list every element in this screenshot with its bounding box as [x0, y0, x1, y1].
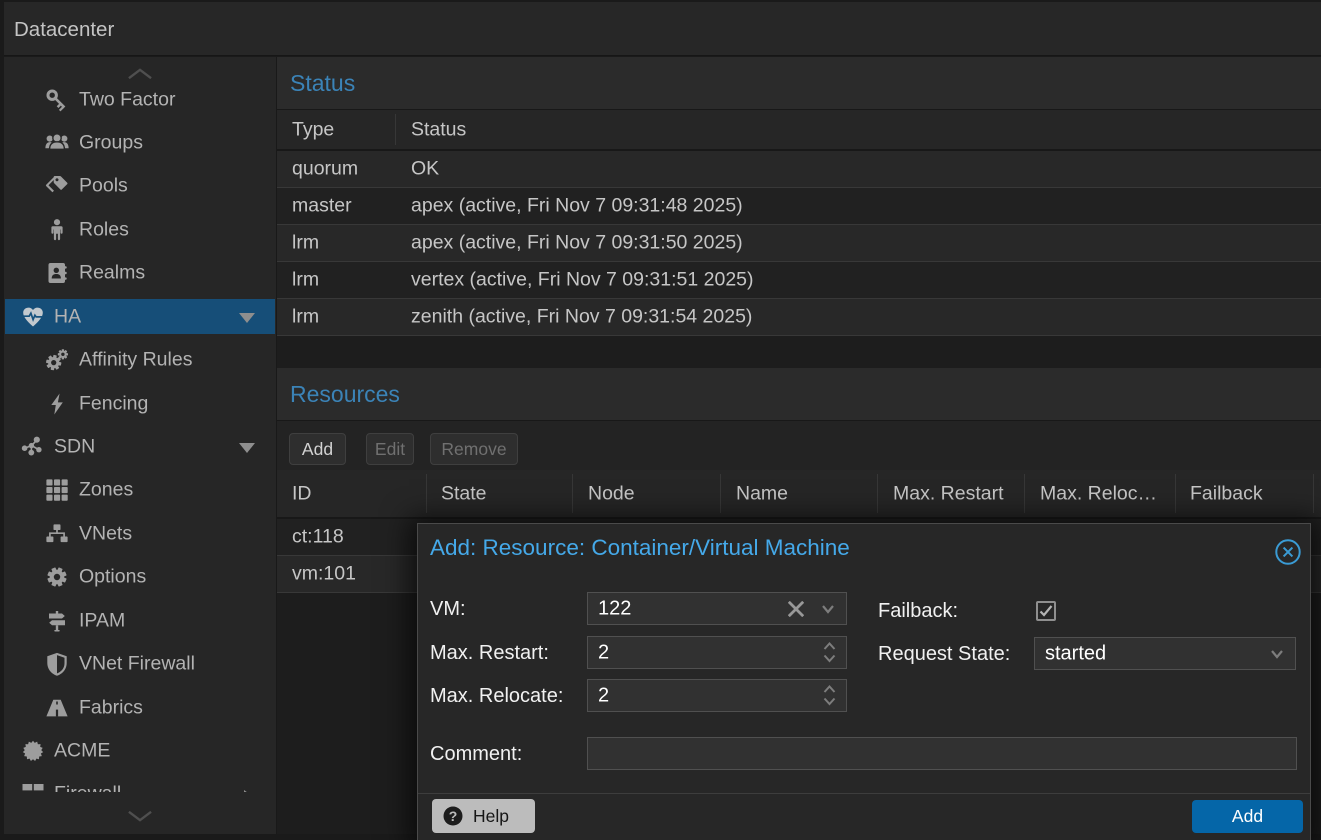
svg-text:?: ?: [449, 808, 458, 824]
